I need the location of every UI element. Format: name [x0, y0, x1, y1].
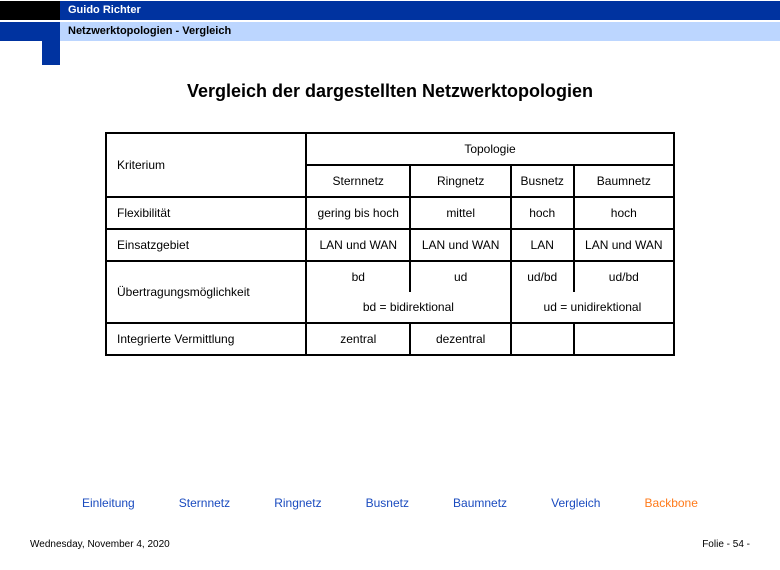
row-label-integ: Integrierte Vermittlung	[106, 323, 306, 355]
nav-link-busnetz[interactable]: Busnetz	[366, 496, 409, 510]
page-title: Vergleich der dargestellten Netzwerktopo…	[0, 81, 780, 102]
cell: gering bis hoch	[306, 197, 410, 229]
table-row: Einsatzgebiet LAN und WAN LAN und WAN LA…	[106, 229, 674, 261]
legend-bd: bd = bidirektional	[306, 292, 511, 323]
col-stern: Sternnetz	[306, 165, 410, 197]
cell: hoch	[511, 197, 574, 229]
nav-link-vergleich[interactable]: Vergleich	[551, 496, 600, 510]
header-bar-author: Guido Richter	[0, 0, 780, 20]
slide-header: Guido Richter Netzwerktopologien - Vergl…	[0, 0, 780, 41]
cell: hoch	[574, 197, 674, 229]
cell: ud/bd	[511, 261, 574, 292]
nav-link-backbone[interactable]: Backbone	[645, 496, 698, 510]
cell: ud/bd	[574, 261, 674, 292]
slide-subtitle: Netzwerktopologien - Vergleich	[60, 22, 780, 41]
header-bar-subtitle: Netzwerktopologien - Vergleich	[0, 21, 780, 41]
table-row: Integrierte Vermittlung zentral dezentra…	[106, 323, 674, 355]
nav-link-sternnetz[interactable]: Sternnetz	[179, 496, 230, 510]
col-bus: Busnetz	[511, 165, 574, 197]
cell	[511, 323, 574, 355]
header-side-accent	[42, 41, 60, 65]
cell: bd	[306, 261, 410, 292]
comparison-table: Kriterium Topologie Sternnetz Ringnetz B…	[105, 132, 675, 356]
comparison-table-wrap: Kriterium Topologie Sternnetz Ringnetz B…	[105, 132, 675, 356]
col-header-kriterium: Kriterium	[106, 133, 306, 197]
cell: LAN	[511, 229, 574, 261]
table-row: Flexibilität gering bis hoch mittel hoch…	[106, 197, 674, 229]
cell: mittel	[410, 197, 510, 229]
cell: zentral	[306, 323, 410, 355]
cell: dezentral	[410, 323, 510, 355]
cell: LAN und WAN	[410, 229, 510, 261]
nav-link-ringnetz[interactable]: Ringnetz	[274, 496, 321, 510]
row-label-flex: Flexibilität	[106, 197, 306, 229]
nav-link-einleitung[interactable]: Einleitung	[82, 496, 135, 510]
slide-footer: Wednesday, November 4, 2020 Folie - 54 -	[30, 539, 750, 550]
cell	[574, 323, 674, 355]
cell: ud	[410, 261, 510, 292]
row-label-uebertragung: Übertragungsmöglichkeit	[106, 261, 306, 323]
footer-page: Folie - 54 -	[702, 539, 750, 550]
row-label-einsatz: Einsatzgebiet	[106, 229, 306, 261]
header-accent-blue	[0, 22, 60, 41]
cell: LAN und WAN	[306, 229, 410, 261]
cell: LAN und WAN	[574, 229, 674, 261]
slide-nav: Einleitung Sternnetz Ringnetz Busnetz Ba…	[0, 496, 780, 510]
footer-date: Wednesday, November 4, 2020	[30, 539, 170, 550]
col-header-topologie: Topologie	[306, 133, 674, 165]
nav-link-baumnetz[interactable]: Baumnetz	[453, 496, 507, 510]
legend-ud: ud = unidirektional	[511, 292, 674, 323]
table-row: Übertragungsmöglichkeit bd ud ud/bd ud/b…	[106, 261, 674, 292]
col-baum: Baumnetz	[574, 165, 674, 197]
header-accent-black	[0, 1, 60, 20]
col-ring: Ringnetz	[410, 165, 510, 197]
author-name: Guido Richter	[60, 1, 780, 20]
